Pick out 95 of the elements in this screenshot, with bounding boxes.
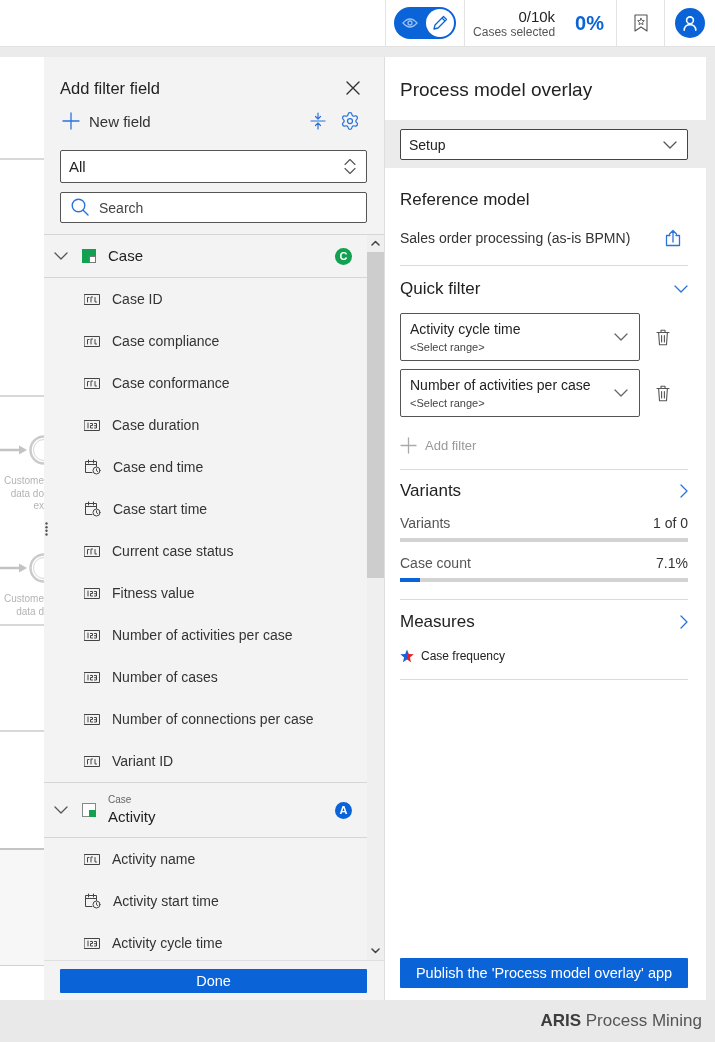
mode-select[interactable]: Setup xyxy=(400,129,688,160)
publish-button[interactable]: Publish the 'Process model overlay' app xyxy=(400,958,688,988)
user-icon xyxy=(683,15,697,31)
field-name[interactable]: Activity cycle time xyxy=(112,935,223,951)
chevron-right-icon[interactable] xyxy=(680,615,688,629)
scrollbar[interactable] xyxy=(367,235,384,960)
field-name[interactable]: Case conformance xyxy=(112,375,230,391)
brand-name: ARIS Process Mining xyxy=(540,1011,702,1031)
meter-value: 7.1% xyxy=(656,554,688,572)
chevron-down-icon xyxy=(663,140,677,149)
field-name[interactable]: Case duration xyxy=(112,417,200,433)
calendar-clock-icon xyxy=(84,501,101,517)
number-type-icon xyxy=(84,629,100,641)
field-name[interactable]: Number of cases xyxy=(112,669,218,685)
node-label: Custome data do ex xyxy=(4,475,44,513)
plus-icon xyxy=(62,112,80,130)
section-title: Reference model xyxy=(400,189,530,211)
number-type-icon xyxy=(84,937,100,949)
search-icon xyxy=(71,198,89,216)
text-type-icon xyxy=(84,545,100,557)
field-name[interactable]: Fitness value xyxy=(112,585,195,601)
settings-icon[interactable] xyxy=(340,111,360,131)
trash-icon[interactable] xyxy=(656,384,670,402)
category-badge: A xyxy=(335,801,352,819)
section-title: Quick filter xyxy=(400,278,481,300)
text-type-icon xyxy=(84,377,100,389)
field-name[interactable]: Case ID xyxy=(112,291,163,307)
activity-table-icon xyxy=(82,803,96,817)
number-type-icon xyxy=(84,671,100,683)
field-name[interactable]: Variant ID xyxy=(112,753,174,769)
field-name[interactable]: Case end time xyxy=(113,459,204,475)
chevron-down-icon[interactable] xyxy=(674,285,688,293)
search-field[interactable]: Search xyxy=(60,192,367,223)
up-down-chevron-icon xyxy=(344,158,356,175)
text-type-icon xyxy=(84,335,100,347)
number-type-icon xyxy=(84,713,100,725)
field-name[interactable]: Number of activities per case xyxy=(112,627,293,643)
selection-percent: 0% xyxy=(575,11,604,35)
category-badge: C xyxy=(335,247,352,265)
drag-handle-icon[interactable] xyxy=(45,522,48,536)
text-type-icon xyxy=(84,755,100,767)
collapse-icon[interactable] xyxy=(310,112,326,130)
field-name[interactable]: Case compliance xyxy=(112,333,220,349)
number-type-icon xyxy=(84,587,100,599)
pencil-icon[interactable] xyxy=(426,9,454,37)
trash-icon[interactable] xyxy=(656,328,670,346)
text-type-icon xyxy=(84,293,100,305)
number-type-icon xyxy=(84,419,100,431)
group-name[interactable]: Case xyxy=(108,247,144,265)
new-field-button[interactable]: New field xyxy=(62,112,151,130)
close-icon[interactable] xyxy=(346,81,360,95)
calendar-clock-icon xyxy=(84,459,101,475)
section-title: Variants xyxy=(400,480,462,502)
field-name[interactable]: Activity name xyxy=(112,851,196,867)
section-title: Measures xyxy=(400,611,475,633)
eye-icon[interactable] xyxy=(402,17,418,29)
chevron-down-icon[interactable] xyxy=(54,252,68,260)
field-name[interactable]: Number of connections per case xyxy=(112,711,314,727)
node-label: Custome data d xyxy=(4,593,44,618)
field-name[interactable]: Current case status xyxy=(112,543,234,559)
arrow xyxy=(0,563,27,573)
meter-label: Case count xyxy=(400,554,471,572)
text-type-icon xyxy=(84,853,100,865)
scroll-up-icon[interactable] xyxy=(371,240,380,246)
profile-button[interactable] xyxy=(675,8,705,38)
star-icon xyxy=(400,649,414,663)
chevron-right-icon[interactable] xyxy=(680,484,688,498)
panel-title: Process model overlay xyxy=(400,78,594,102)
category-select[interactable]: All xyxy=(60,150,367,183)
chevron-down-icon xyxy=(614,389,628,397)
scrollbar-thumb[interactable] xyxy=(367,252,384,578)
selection-label: Cases selected xyxy=(473,24,556,39)
reference-model-name: Sales order processing (as-is BPMN) xyxy=(400,230,631,246)
bookmark-star-icon[interactable] xyxy=(633,14,648,32)
field-name[interactable]: Case start time xyxy=(113,501,208,517)
measure-name: Case frequency xyxy=(421,649,506,663)
upload-icon[interactable] xyxy=(665,229,681,247)
calendar-clock-icon xyxy=(84,893,101,909)
chevron-down-icon xyxy=(614,333,628,341)
done-button[interactable]: Done xyxy=(60,969,367,993)
case-table-icon xyxy=(82,249,96,263)
group-name[interactable]: Activity xyxy=(108,808,156,826)
meter-label: Variants xyxy=(400,514,451,532)
field-name[interactable]: Activity start time xyxy=(113,893,219,909)
parent-label: Case xyxy=(108,794,132,806)
plus-icon xyxy=(400,436,417,454)
range-filter-select[interactable]: Number of activities per case <Select range> xyxy=(400,369,640,417)
meter-value: 1 of 0 xyxy=(652,514,688,532)
arrow xyxy=(0,445,27,455)
mode-switch[interactable] xyxy=(394,7,456,39)
panel-title: Add filter field xyxy=(60,78,160,98)
selection-count: 0/10k xyxy=(518,7,556,25)
range-filter-select[interactable]: Activity cycle time <Select range> xyxy=(400,313,640,361)
chevron-down-icon[interactable] xyxy=(54,806,68,814)
scroll-down-icon[interactable] xyxy=(371,948,380,954)
